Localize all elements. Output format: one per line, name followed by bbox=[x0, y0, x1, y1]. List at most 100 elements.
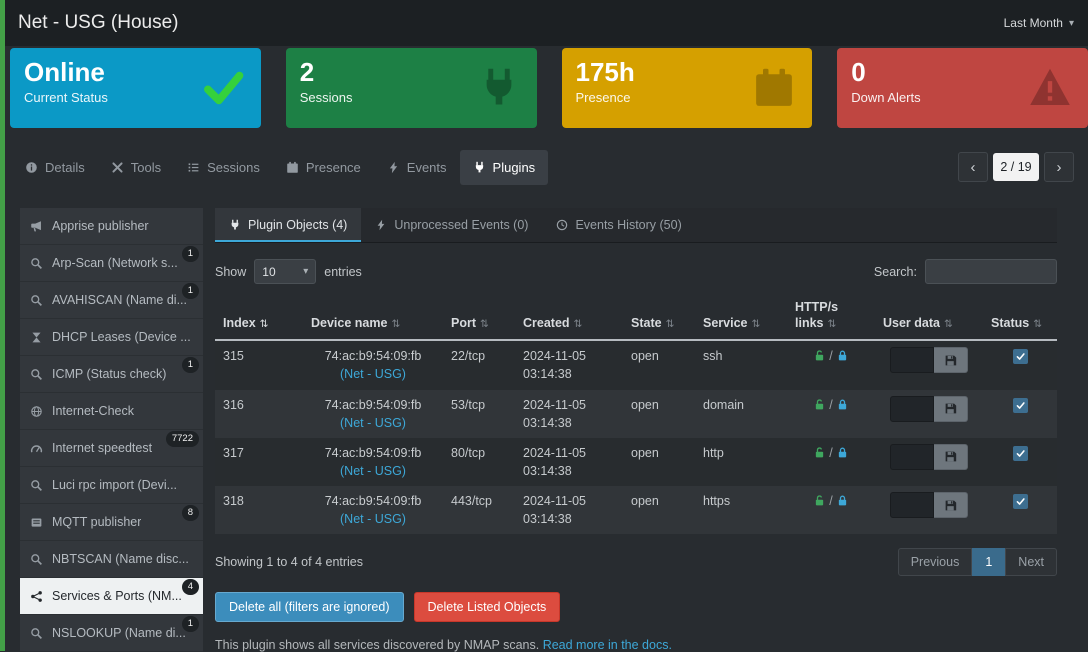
next-device-button[interactable]: › bbox=[1044, 152, 1074, 182]
device-link[interactable]: (Net - USG) bbox=[311, 365, 435, 383]
cell-user-data bbox=[875, 486, 983, 534]
cell-status bbox=[983, 390, 1057, 438]
cell-state: open bbox=[623, 340, 695, 389]
save-button[interactable] bbox=[934, 492, 968, 518]
period-selector[interactable]: Last Month ▾ bbox=[1004, 16, 1074, 30]
sidebar-item-luci-rpc-import[interactable]: Luci rpc import (Devi... bbox=[20, 467, 203, 504]
col-device-name[interactable]: Device name⇅ bbox=[303, 296, 443, 340]
lock-open-icon[interactable] bbox=[813, 398, 826, 411]
delete-listed-button[interactable]: Delete Listed Objects bbox=[414, 592, 561, 622]
tab-presence[interactable]: Presence bbox=[273, 150, 374, 185]
share-nodes-icon bbox=[30, 590, 43, 603]
cell-state: open bbox=[623, 390, 695, 438]
lock-open-icon[interactable] bbox=[813, 349, 826, 362]
cell-device: 74:ac:b9:54:09:fb (Net - USG) bbox=[303, 340, 443, 389]
cell-http-links: / bbox=[787, 438, 875, 486]
magnifier-icon bbox=[30, 627, 43, 640]
search-input[interactable] bbox=[925, 259, 1057, 284]
save-button[interactable] bbox=[934, 444, 968, 470]
col-user-data[interactable]: User data⇅ bbox=[875, 296, 983, 340]
entries-summary: Showing 1 to 4 of 4 entries bbox=[215, 555, 363, 569]
bolt-icon bbox=[375, 219, 387, 231]
sort-icon: ⇅ bbox=[944, 318, 953, 330]
lock-icon[interactable] bbox=[836, 446, 849, 459]
tab-events[interactable]: Events bbox=[374, 150, 460, 185]
sidebar-item-avahiscan[interactable]: AVAHISCAN (Name di... 1 bbox=[20, 282, 203, 319]
save-button[interactable] bbox=[934, 396, 968, 422]
user-data-input[interactable] bbox=[890, 444, 934, 470]
col-status[interactable]: Status⇅ bbox=[983, 296, 1057, 340]
subtab-events-history[interactable]: Events History (50) bbox=[542, 208, 695, 242]
sidebar-item-internet-speedtest[interactable]: Internet speedtest 7722 bbox=[20, 430, 203, 467]
lock-open-icon[interactable] bbox=[813, 494, 826, 507]
col-port[interactable]: Port⇅ bbox=[443, 296, 515, 340]
plugin-subtabs: Plugin Objects (4) Unprocessed Events (0… bbox=[215, 208, 1057, 243]
tab-plugins-label: Plugins bbox=[493, 160, 536, 175]
globe-icon bbox=[30, 405, 43, 418]
lock-icon[interactable] bbox=[836, 494, 849, 507]
status-checkbox[interactable] bbox=[1013, 349, 1028, 364]
table-header-row: Index⇅ Device name⇅ Port⇅ Created⇅ State… bbox=[215, 296, 1057, 340]
table-footer: Showing 1 to 4 of 4 entries Previous 1 N… bbox=[215, 548, 1057, 576]
lock-icon[interactable] bbox=[836, 349, 849, 362]
period-selector-value: Last Month bbox=[1004, 16, 1063, 30]
sidebar-item-nbtscan[interactable]: NBTSCAN (Name disc... bbox=[20, 541, 203, 578]
col-state[interactable]: State⇅ bbox=[623, 296, 695, 340]
magnifier-icon bbox=[30, 294, 43, 307]
cell-http-links: / bbox=[787, 390, 875, 438]
cell-service: http bbox=[695, 438, 787, 486]
sidebar-item-nslookup[interactable]: NSLOOKUP (Name di... 1 bbox=[20, 615, 203, 652]
gauge-icon bbox=[30, 442, 43, 455]
device-page-indicator: 2 / 19 bbox=[993, 153, 1039, 181]
cell-state: open bbox=[623, 438, 695, 486]
user-data-input[interactable] bbox=[890, 396, 934, 422]
lock-open-icon[interactable] bbox=[813, 446, 826, 459]
sessions-card: 2 Sessions bbox=[286, 48, 537, 128]
device-link[interactable]: (Net - USG) bbox=[311, 462, 435, 480]
device-link[interactable]: (Net - USG) bbox=[311, 414, 435, 432]
sidebar-item-internet-check[interactable]: Internet-Check bbox=[20, 393, 203, 430]
status-checkbox[interactable] bbox=[1013, 398, 1028, 413]
delete-all-button[interactable]: Delete all (filters are ignored) bbox=[215, 592, 404, 622]
device-pager: ‹ 2 / 19 › bbox=[958, 152, 1074, 182]
page-size-select[interactable]: 10 ▾ bbox=[254, 259, 316, 284]
col-service[interactable]: Service⇅ bbox=[695, 296, 787, 340]
subtab-unprocessed-events[interactable]: Unprocessed Events (0) bbox=[361, 208, 542, 242]
tab-details[interactable]: Details bbox=[12, 150, 98, 185]
table-row: 317 74:ac:b9:54:09:fb (Net - USG) 80/tcp… bbox=[215, 438, 1057, 486]
col-https-links[interactable]: HTTP/s links⇅ bbox=[787, 296, 875, 340]
docs-link[interactable]: Read more in the docs. bbox=[543, 638, 672, 652]
sort-icon: ⇅ bbox=[1033, 318, 1042, 330]
user-data-input[interactable] bbox=[890, 347, 934, 373]
col-index[interactable]: Index⇅ bbox=[215, 296, 303, 340]
user-data-input[interactable] bbox=[890, 492, 934, 518]
sidebar-item-apprise-publisher[interactable]: Apprise publisher bbox=[20, 208, 203, 245]
page-1-button[interactable]: 1 bbox=[972, 548, 1005, 576]
prev-device-button[interactable]: ‹ bbox=[958, 152, 988, 182]
sidebar-item-arp-scan[interactable]: Arp-Scan (Network s... 1 bbox=[20, 245, 203, 282]
next-page-button[interactable]: Next bbox=[1005, 548, 1057, 576]
tab-details-label: Details bbox=[45, 160, 85, 175]
col-created[interactable]: Created⇅ bbox=[515, 296, 623, 340]
check-icon bbox=[1016, 401, 1025, 410]
cell-port: 443/tcp bbox=[443, 486, 515, 534]
chevron-down-icon: ▾ bbox=[303, 266, 308, 277]
calendar-icon bbox=[286, 161, 299, 174]
sidebar-item-mqtt-publisher[interactable]: MQTT publisher 8 bbox=[20, 504, 203, 541]
sidebar-item-services-ports[interactable]: Services & Ports (NM... 4 bbox=[20, 578, 203, 615]
tab-tools[interactable]: Tools bbox=[98, 150, 174, 185]
tab-plugins[interactable]: Plugins bbox=[460, 150, 549, 185]
lock-icon[interactable] bbox=[836, 398, 849, 411]
status-checkbox[interactable] bbox=[1013, 446, 1028, 461]
tab-sessions[interactable]: Sessions bbox=[174, 150, 273, 185]
device-link[interactable]: (Net - USG) bbox=[311, 510, 435, 528]
sidebar-item-dhcp-leases[interactable]: DHCP Leases (Device ... bbox=[20, 319, 203, 356]
save-button[interactable] bbox=[934, 347, 968, 373]
chevron-down-icon: ▾ bbox=[1069, 18, 1074, 29]
sort-icon: ⇅ bbox=[480, 318, 489, 330]
subtab-plugin-objects[interactable]: Plugin Objects (4) bbox=[215, 208, 361, 242]
previous-page-button[interactable]: Previous bbox=[898, 548, 973, 576]
status-checkbox[interactable] bbox=[1013, 494, 1028, 509]
sidebar-item-icmp[interactable]: ICMP (Status check) 1 bbox=[20, 356, 203, 393]
cell-port: 22/tcp bbox=[443, 340, 515, 389]
